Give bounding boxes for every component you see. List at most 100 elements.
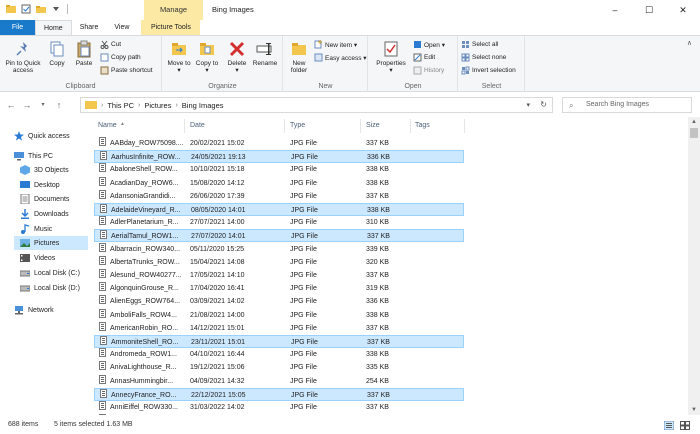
new-item-button[interactable]: New item ▾ (314, 40, 357, 49)
pin-quick-access-button[interactable]: Pin to Quick access (4, 40, 42, 74)
new-folder-qat-icon[interactable] (36, 4, 46, 14)
refresh-icon[interactable]: ↻ (540, 100, 547, 109)
table-row[interactable]: AdelaideVineyard_R... 08/05/2020 14:01 JPG… (94, 203, 464, 216)
easy-access-button[interactable]: Easy access ▾ (314, 53, 367, 62)
nav-item-pictures[interactable]: Pictures (14, 236, 88, 250)
copy-path-button[interactable]: Copy path (100, 53, 141, 62)
rename-label: Rename (252, 60, 278, 67)
breadcrumb-bing-images[interactable]: Bing Images (180, 101, 226, 110)
table-row[interactable]: AnivaLighthouse_R... 19/12/2021 15:06 JPG … (94, 361, 464, 374)
column-header-name[interactable]: ▲ Name (98, 117, 186, 135)
table-row[interactable]: AlgonquinGrouse_R... 17/04/2020 16:41 JPG … (94, 282, 464, 295)
invert-selection-button[interactable]: Invert selection (461, 66, 516, 75)
paste-button[interactable]: Paste (72, 40, 96, 67)
table-row[interactable]: Alesund_ROW40277... 17/05/2021 14:10 JPG F… (94, 269, 464, 282)
maximize-button[interactable]: ☐ (632, 0, 666, 20)
address-bar[interactable]: › This PC › Pictures › Bing Images ▾ ↻ (80, 97, 553, 113)
column-header-type[interactable]: Type (290, 117, 360, 135)
table-row[interactable]: AnniEiffel_ROW330... 31/03/2022 14:02 JPG … (94, 401, 464, 414)
column-divider[interactable] (410, 119, 411, 133)
jpg-file-icon (99, 282, 106, 292)
recent-dropdown-icon[interactable]: ▾ (38, 99, 48, 111)
table-row[interactable]: AnnecyFrance_RO... 22/12/2021 15:05 JPG Fi… (94, 387, 464, 401)
nav-label: 3D Objects (34, 166, 69, 174)
select-none-button[interactable]: Select none (461, 53, 506, 62)
scroll-up-arrow-icon[interactable]: ▲ (688, 117, 700, 127)
tab-view[interactable]: View (106, 20, 137, 35)
edit-button[interactable]: Edit (413, 53, 435, 62)
tab-share[interactable]: Share (72, 20, 107, 35)
table-row[interactable]: AcadianDay_ROW6... 15/08/2020 14:12 JPG Fi… (94, 176, 464, 190)
column-divider[interactable] (464, 119, 465, 133)
select-all-button[interactable]: Select all (461, 40, 498, 49)
column-divider[interactable] (284, 119, 285, 133)
breadcrumb-this-pc[interactable]: This PC (105, 101, 136, 110)
new-folder-button[interactable]: New folder (286, 40, 312, 74)
table-row[interactable]: AnnularEclipse_RO... (94, 414, 464, 415)
vertical-scrollbar[interactable]: ▲ ▼ (688, 117, 700, 415)
nav-item-desktop[interactable]: Desktop (20, 178, 60, 192)
properties-check-icon[interactable] (21, 4, 31, 14)
manage-contextual-tab[interactable]: Manage (144, 0, 203, 20)
details-view-icon[interactable] (663, 420, 675, 431)
nav-item-network[interactable]: Network (14, 303, 54, 317)
forward-arrow-icon[interactable]: → (22, 99, 32, 111)
tab-picture-tools[interactable]: Picture Tools (141, 20, 201, 35)
copy-button[interactable]: Copy (46, 40, 68, 67)
cut-button[interactable]: Cut (100, 40, 121, 49)
collapse-ribbon-icon[interactable]: ∧ (687, 39, 692, 47)
paste-shortcut-button[interactable]: Paste shortcut (100, 66, 153, 75)
nav-item-this-pc[interactable]: This PC (14, 149, 53, 163)
nav-item-downloads[interactable]: Downloads (20, 207, 69, 221)
customize-qat-icon[interactable] (51, 4, 61, 14)
back-arrow-icon[interactable]: ← (6, 99, 16, 111)
rename-button[interactable]: Rename (251, 40, 279, 67)
column-header-tags[interactable]: Tags (415, 117, 455, 135)
table-row[interactable]: AdansoniaGrandidi... 26/06/2020 17:39 JPG … (94, 189, 464, 203)
table-row[interactable]: AmericanRobin_RO... 14/12/2021 15:01 JPG F… (94, 321, 464, 335)
tab-file[interactable]: File (0, 20, 35, 35)
move-to-button[interactable]: Move to ▾ (167, 40, 191, 74)
table-row[interactable]: AdlerPlanetarium_R... 27/07/2021 14:00 JPG… (94, 216, 464, 229)
history-button[interactable]: History (413, 66, 444, 75)
copy-to-button[interactable]: Copy to ▾ (195, 40, 219, 74)
open-group-label: Open (404, 83, 422, 90)
table-row[interactable]: AmmoniteShell_RO... 23/11/2021 15:01 JPG F… (94, 335, 464, 348)
scroll-down-arrow-icon[interactable]: ▼ (688, 405, 700, 415)
nav-item-documents[interactable]: Documents (20, 192, 69, 206)
up-arrow-icon[interactable]: ↑ (54, 99, 64, 111)
address-dropdown-icon[interactable]: ▾ (526, 101, 530, 109)
nav-item-3d-objects[interactable]: 3D Objects (20, 163, 69, 177)
table-row[interactable]: Albarracin_ROW340... 05/11/2020 15:25 JPG … (94, 242, 464, 256)
close-button[interactable]: ✕ (666, 0, 700, 20)
table-row[interactable]: AnnasHummingbir... 04/09/2021 14:32 JPG Fi… (94, 374, 464, 388)
file-date-cell: 21/08/2021 14:00 (190, 311, 245, 319)
table-row[interactable]: Andromeda_ROW1... 04/10/2021 16:44 JPG Fil… (94, 348, 464, 361)
search-box[interactable]: ⌕ Search Bing Images (562, 97, 692, 113)
column-divider[interactable] (360, 119, 361, 133)
minimize-button[interactable]: – (598, 0, 632, 20)
nav-item-local-disk-c[interactable]: Local Disk (C:) (19, 266, 80, 280)
breadcrumb-pictures[interactable]: Pictures (142, 101, 173, 110)
table-row[interactable]: AerialTamul_ROW1... 27/07/2020 14:01 JPG F… (94, 229, 464, 243)
column-header-date[interactable]: Date (190, 117, 290, 135)
nav-item-local-disk-d[interactable]: Local Disk (D:) (19, 281, 80, 295)
nav-item-videos[interactable]: Videos (20, 251, 55, 265)
table-row[interactable]: AlienEggs_ROW764... 03/09/2021 14:02 JPG F… (94, 295, 464, 308)
nav-item-music[interactable]: Music (20, 222, 52, 236)
delete-button[interactable]: Delete ▾ (225, 40, 249, 74)
table-row[interactable]: AbaloneShell_ROW... 10/10/2021 15:18 JPG F… (94, 163, 464, 176)
nav-item-quick-access[interactable]: Quick access (14, 129, 70, 143)
pin-label: Pin to Quick access (5, 60, 41, 74)
table-row[interactable]: AmboliFalls_ROW4... 21/08/2021 14:00 JPG F… (94, 308, 464, 322)
table-row[interactable]: AarhusInfinite_ROW... 24/05/2021 19:13 JPG… (94, 150, 464, 164)
open-button[interactable]: Open ▾ (413, 40, 445, 49)
column-divider[interactable] (184, 119, 185, 133)
column-header-size[interactable]: Size (366, 117, 406, 135)
scroll-thumb[interactable] (690, 128, 698, 138)
tab-home[interactable]: Home (35, 20, 72, 35)
table-row[interactable]: AABday_ROW75098.... 20/02/2021 15:02 JPG F… (94, 137, 464, 150)
large-icons-view-icon[interactable] (680, 421, 690, 430)
properties-button[interactable]: Properties ▾ (373, 40, 409, 74)
table-row[interactable]: AlbertaTrunks_ROW... 15/04/2021 14:08 JPG … (94, 255, 464, 269)
